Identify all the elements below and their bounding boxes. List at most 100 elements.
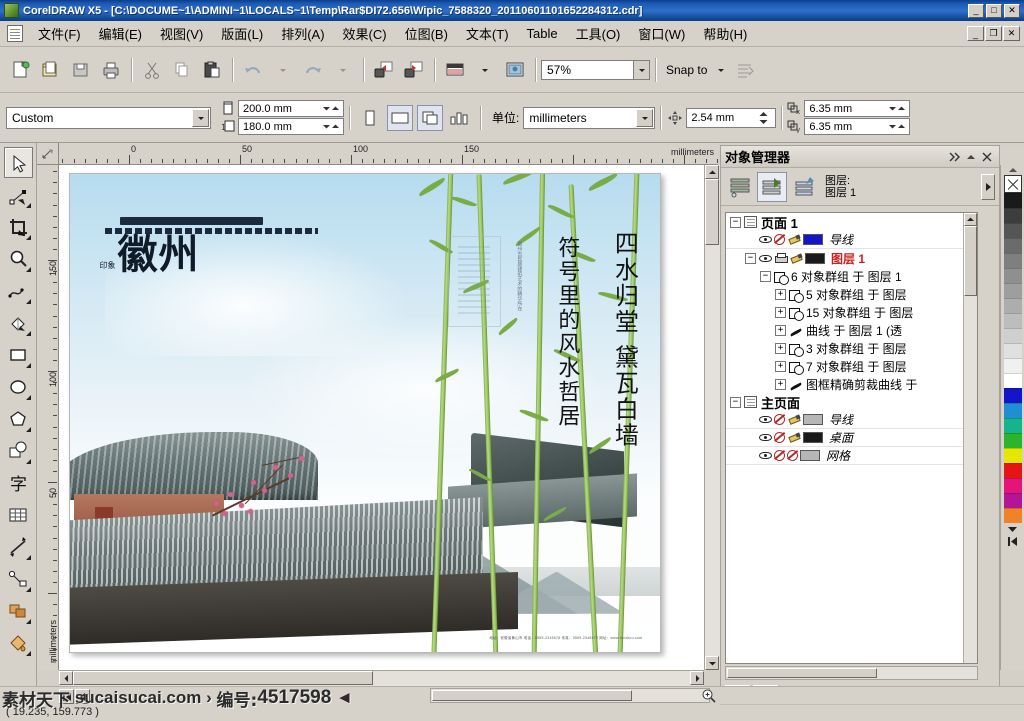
menu-item-bitmap[interactable]: 位图(B)	[396, 21, 457, 46]
tool-flyout-arrow-icon[interactable]	[25, 619, 31, 624]
tree-row-guides[interactable]: 导线	[726, 231, 963, 249]
close-button[interactable]: ✕	[1004, 3, 1020, 18]
color-palette[interactable]	[1000, 165, 1024, 670]
page-width-spinner[interactable]	[320, 101, 342, 116]
pick-tool[interactable]	[3, 147, 33, 178]
tree-row-page-1[interactable]: − 页面 1	[726, 213, 963, 231]
tree-row-powerclip-curve[interactable]: + 图框精确剪裁曲线 于	[726, 375, 963, 393]
palette-swatch[interactable]	[1003, 388, 1022, 403]
tree-row-grid[interactable]: 网格	[726, 447, 963, 465]
canvas-vertical-scrollbar[interactable]	[704, 165, 720, 670]
tree-scroll-thumb[interactable]	[964, 226, 977, 296]
tool-flyout-arrow-icon[interactable]	[25, 363, 31, 368]
layer-color-swatch[interactable]	[803, 432, 823, 443]
chevron-down-icon[interactable]	[192, 108, 209, 127]
palette-scroll-up-button[interactable]	[1001, 165, 1024, 175]
tree-row-layer-1[interactable]: − 图层 1	[726, 249, 963, 267]
basic-shapes-tool[interactable]	[4, 435, 33, 466]
scroll-left-button[interactable]	[59, 671, 73, 685]
copy-button[interactable]	[169, 57, 195, 83]
palette-swatch[interactable]	[1003, 238, 1022, 253]
nudge-spinner[interactable]	[752, 109, 774, 127]
tool-flyout-arrow-icon[interactable]	[25, 203, 31, 208]
orientation-portrait-button[interactable]	[357, 105, 383, 131]
table-tool[interactable]	[4, 499, 33, 530]
export-button[interactable]	[401, 57, 427, 83]
tree-row-desktop[interactable]: 桌面	[726, 429, 963, 447]
palette-swatch[interactable]	[1003, 433, 1022, 448]
snap-to-label[interactable]: Snap to	[661, 63, 712, 77]
edit-pencil-icon[interactable]	[789, 253, 802, 264]
menu-item-effects[interactable]: 效果(C)	[334, 21, 396, 46]
tree-row-curve[interactable]: + 曲线 于 图层 1 (透	[726, 321, 963, 339]
palette-swatch[interactable]	[1003, 403, 1022, 418]
visibility-eye-icon[interactable]	[759, 254, 772, 263]
canvas-horizontal-scrollbar[interactable]	[59, 670, 704, 686]
redo-button[interactable]	[300, 57, 326, 83]
print-disabled-icon[interactable]	[774, 414, 785, 425]
document-page[interactable]: 印象 徽州 徽州古民居建筑艺术的精华所在 符号里的风水哲居 四水归堂 黛瓦白墙 …	[69, 173, 661, 653]
zoom-level-combo[interactable]: 57%	[541, 59, 650, 80]
print-disabled-icon[interactable]	[774, 450, 785, 461]
visibility-eye-icon[interactable]	[759, 433, 772, 442]
tree-scroll-up-button[interactable]	[964, 213, 977, 226]
undo-dropdown-button[interactable]	[270, 57, 296, 83]
menu-item-view[interactable]: 视图(V)	[151, 21, 212, 46]
tool-flyout-arrow-icon[interactable]	[25, 331, 31, 336]
layer-color-swatch[interactable]	[800, 450, 820, 461]
palette-swatch[interactable]	[1003, 418, 1022, 433]
fill-tool[interactable]	[4, 627, 33, 658]
palette-expand-button[interactable]	[1001, 535, 1024, 547]
orientation-landscape-button[interactable]	[387, 104, 413, 131]
tool-flyout-arrow-icon[interactable]	[25, 235, 31, 240]
tree-row-master-guides[interactable]: 导线	[726, 411, 963, 429]
freehand-tool[interactable]	[4, 275, 33, 306]
horizontal-scroll-thumb[interactable]	[73, 671, 373, 685]
edit-pencil-icon[interactable]	[787, 414, 800, 425]
collapse-icon[interactable]: −	[745, 252, 756, 264]
palette-swatch[interactable]	[1003, 343, 1022, 358]
crop-tool[interactable]	[4, 211, 33, 242]
palette-swatch[interactable]	[1003, 358, 1022, 373]
expand-icon[interactable]: +	[775, 288, 786, 300]
menu-item-help[interactable]: 帮助(H)	[694, 21, 756, 46]
status-scroll-thumb[interactable]	[432, 690, 632, 701]
chevron-down-icon[interactable]	[636, 108, 654, 127]
palette-swatch[interactable]	[1003, 373, 1022, 388]
object-properties-button[interactable]	[725, 172, 755, 202]
mdi-close-button[interactable]: ✕	[1003, 26, 1020, 41]
ellipse-tool[interactable]	[4, 371, 33, 402]
shape-tool[interactable]	[4, 179, 33, 210]
tool-flyout-arrow-icon[interactable]	[25, 427, 31, 432]
tree-horizontal-scrollbar[interactable]	[725, 666, 978, 680]
vertical-ruler[interactable]: 150 100 50 millimeters	[37, 165, 59, 670]
open-document-button[interactable]	[38, 57, 64, 83]
edit-disabled-icon[interactable]	[787, 450, 798, 461]
menu-item-arrange[interactable]: 排列(A)	[272, 21, 333, 46]
palette-swatch[interactable]	[1003, 283, 1022, 298]
zoom-level-value[interactable]: 57%	[541, 59, 633, 80]
scroll-right-button[interactable]	[690, 671, 704, 685]
units-combo[interactable]: millimeters	[523, 106, 656, 129]
expand-icon[interactable]: +	[775, 306, 786, 318]
rectangle-tool[interactable]	[4, 339, 33, 370]
mdi-restore-button[interactable]: ❐	[985, 26, 1002, 41]
tree-row-group-15[interactable]: +15 对象群组 于 图层	[726, 303, 963, 321]
palette-swatch[interactable]	[1003, 313, 1022, 328]
horizontal-ruler[interactable]: 0 50 100 150 millimeters	[59, 143, 718, 165]
visibility-eye-icon[interactable]	[759, 451, 772, 460]
edit-pencil-icon[interactable]	[787, 234, 800, 245]
current-page-button[interactable]	[447, 105, 473, 131]
tree-row-master-page[interactable]: − 主页面	[726, 393, 963, 411]
vertical-scroll-thumb[interactable]	[705, 179, 719, 245]
expand-icon[interactable]: +	[775, 378, 786, 390]
menu-item-tools[interactable]: 工具(O)	[567, 21, 630, 46]
text-tool[interactable]: 字	[4, 467, 33, 498]
duplicate-x-field[interactable]: 6.35 mm	[804, 100, 911, 117]
corel-online-button[interactable]	[502, 57, 528, 83]
palette-swatch[interactable]	[1003, 268, 1022, 283]
minimize-button[interactable]: _	[968, 3, 984, 18]
duplicate-y-spinner[interactable]	[886, 119, 908, 134]
page-height-field[interactable]: 180.0 mm	[238, 118, 344, 135]
tool-flyout-arrow-icon[interactable]	[25, 299, 31, 304]
